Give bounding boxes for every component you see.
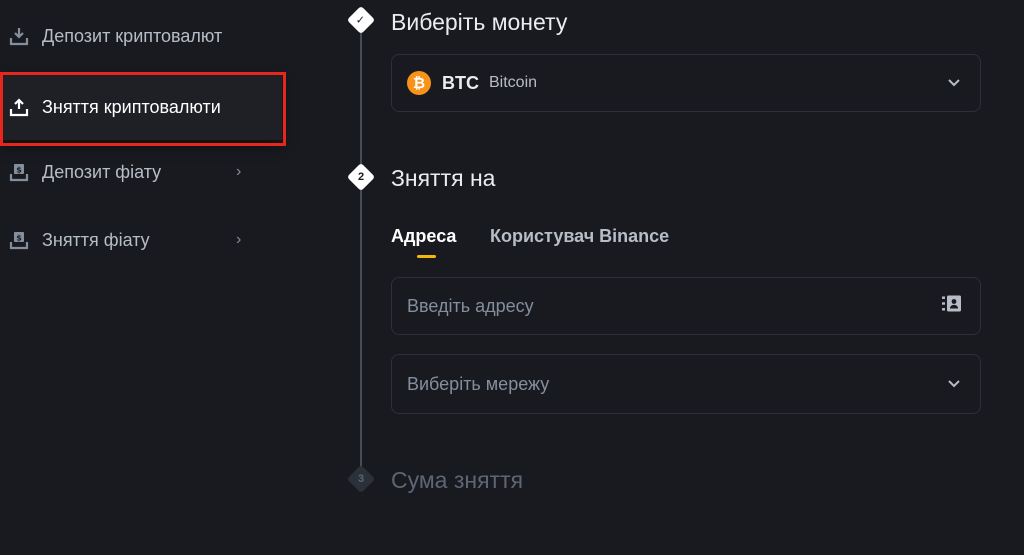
sidebar-item-crypto-deposit[interactable]: Депозит криптовалют [0, 2, 282, 70]
step-2-title: Зняття на [391, 165, 496, 191]
sidebar-item-fiat-withdraw[interactable]: $ Зняття фіату › [0, 206, 282, 274]
network-select[interactable]: Виберіть мережу [391, 354, 981, 414]
sidebar-item-label: Депозит криптовалют [42, 25, 223, 46]
step-2-marker: 2 [346, 162, 376, 192]
stepper-line [360, 18, 362, 480]
step-3-title: Сума зняття [391, 467, 524, 493]
bitcoin-icon: ₿ [407, 71, 431, 95]
active-tab-indicator [417, 255, 436, 258]
deposit-fiat-icon: $ [8, 161, 30, 183]
sidebar-item-crypto-withdraw[interactable]: Зняття криптовалюти [0, 74, 282, 140]
chevron-right-icon: › [236, 163, 242, 180]
sidebar-item-label: Депозит фіату [42, 161, 162, 182]
check-icon: ✓ [356, 14, 366, 27]
chevron-down-icon [948, 375, 960, 393]
address-placeholder: Введіть адресу [407, 295, 534, 316]
upload-icon [8, 96, 30, 118]
coin-name: Bitcoin [489, 74, 538, 91]
sidebar-item-fiat-deposit[interactable]: $ Депозит фіату › [0, 138, 282, 206]
step-3-marker: 3 [346, 464, 376, 494]
coin-symbol: BTC [442, 72, 479, 93]
coin-select[interactable]: ₿ BTC Bitcoin [391, 54, 981, 112]
tab-address[interactable]: Адреса [391, 226, 456, 247]
sidebar-item-label: Зняття фіату [42, 229, 150, 250]
chevron-right-icon: › [236, 231, 242, 248]
withdraw-fiat-icon: $ [8, 229, 30, 251]
svg-text:$: $ [16, 166, 22, 175]
tab-binance-user[interactable]: Користувач Binance [490, 226, 669, 247]
sidebar-item-label: Зняття криптовалюти [42, 96, 221, 117]
address-book-icon[interactable] [942, 295, 962, 318]
step-1-title: Виберіть монету [391, 9, 568, 35]
download-icon [8, 25, 30, 47]
address-input[interactable]: Введіть адресу [391, 277, 981, 335]
step-1-marker: ✓ [346, 5, 376, 35]
chevron-down-icon [948, 74, 960, 92]
sidebar: Депозит криптовалют Зняття криптовалюти … [0, 0, 290, 555]
network-placeholder: Виберіть мережу [407, 373, 550, 394]
svg-text:$: $ [16, 234, 22, 243]
